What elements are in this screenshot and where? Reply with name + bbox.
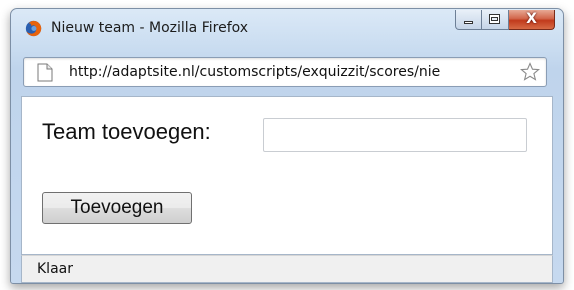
team-label: Team toevoegen:	[42, 119, 211, 144]
page-content: Team toevoegen: Toevoegen	[21, 96, 553, 255]
status-text: Klaar	[37, 261, 73, 277]
browser-window: Nieuw team - Mozilla Firefox X http://ad…	[10, 8, 564, 284]
maximize-button[interactable]	[482, 10, 509, 30]
minimize-icon	[464, 21, 473, 24]
firefox-logo-icon	[25, 20, 42, 37]
page-icon	[37, 63, 53, 82]
add-team-button[interactable]: Toevoegen	[42, 192, 192, 224]
url-text[interactable]: http://adaptsite.nl/customscripts/exquiz…	[69, 64, 515, 80]
title-bar[interactable]: Nieuw team - Mozilla Firefox X	[11, 9, 563, 43]
address-bar[interactable]: http://adaptsite.nl/customscripts/exquiz…	[23, 57, 547, 87]
maximize-icon	[489, 14, 500, 24]
window-controls: X	[455, 10, 555, 32]
close-icon: X	[526, 11, 537, 27]
star-icon[interactable]	[520, 62, 540, 82]
status-bar: Klaar	[21, 255, 553, 283]
team-name-input[interactable]	[263, 118, 527, 152]
window-title: Nieuw team - Mozilla Firefox	[51, 20, 249, 36]
minimize-button[interactable]	[455, 10, 482, 30]
close-button[interactable]: X	[509, 10, 555, 30]
